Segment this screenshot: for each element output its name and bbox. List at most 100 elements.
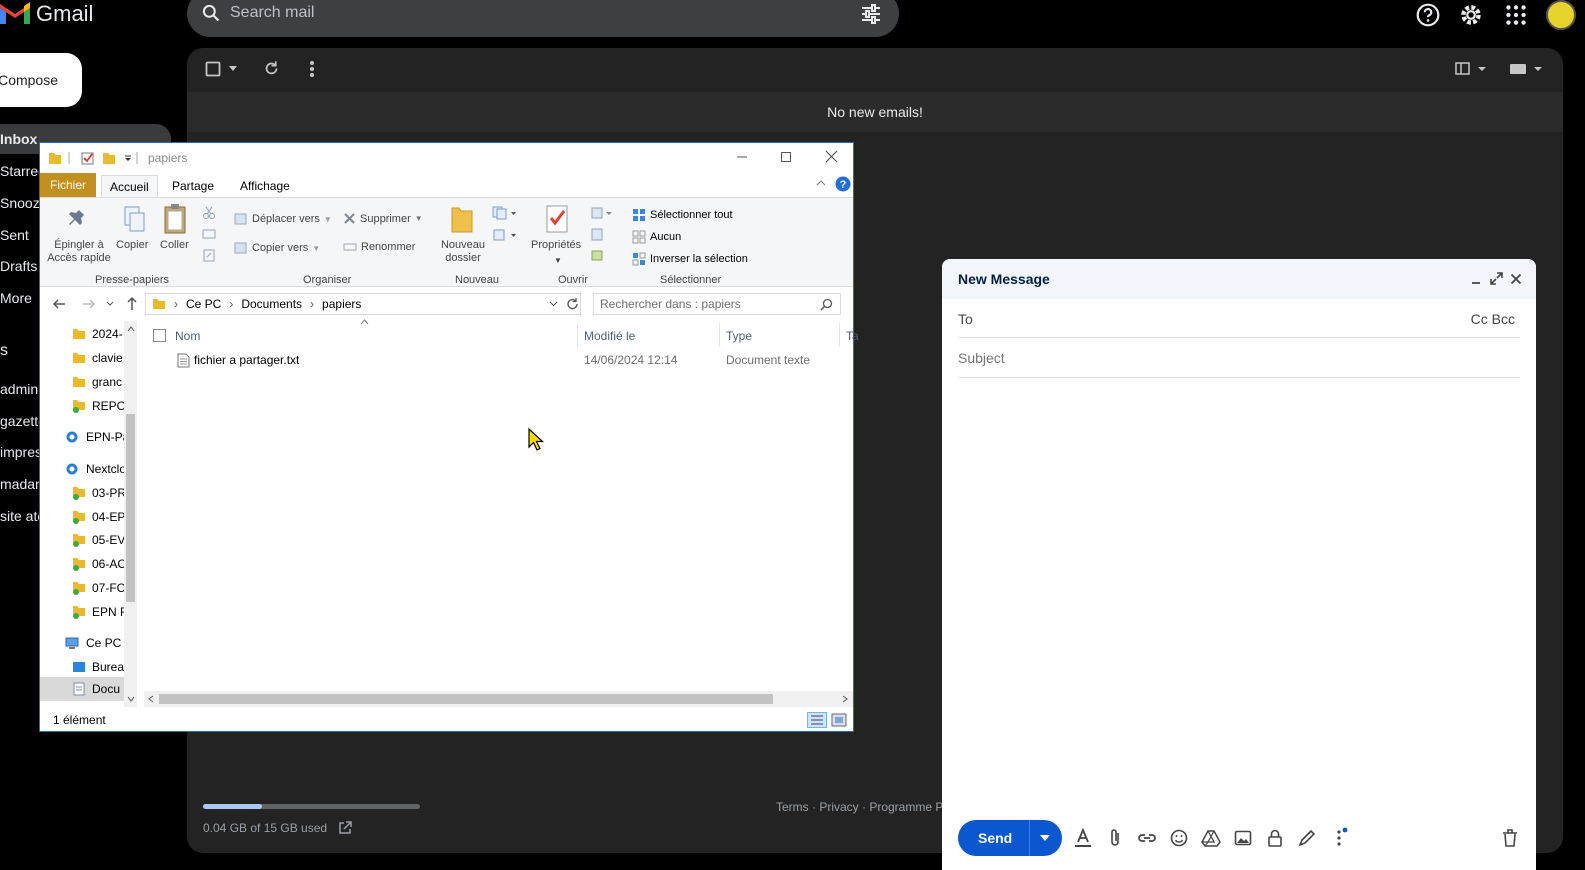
navigation-scrollbar[interactable] — [124, 321, 137, 707]
properties-dropdown-icon[interactable]: ▼ — [554, 256, 562, 265]
open-external-icon[interactable] — [338, 821, 353, 835]
more-options-icon[interactable] — [309, 60, 315, 78]
nav-item[interactable]: 05-EV — [72, 533, 125, 547]
select-all-button[interactable]: Sélectionner tout — [632, 208, 733, 222]
column-divider[interactable] — [719, 323, 720, 347]
settings-gear-icon[interactable] — [1458, 2, 1484, 28]
insert-emoji-icon[interactable] — [1168, 827, 1190, 849]
scroll-down-icon[interactable] — [127, 696, 135, 702]
attach-file-icon[interactable] — [1104, 827, 1126, 849]
compose-button[interactable]: Compose — [0, 53, 82, 107]
rename-button[interactable]: Renommer — [343, 241, 415, 253]
paste-shortcut-icon[interactable] — [202, 248, 216, 262]
apps-grid-icon[interactable] — [1503, 2, 1529, 28]
column-taille[interactable]: Ta — [846, 329, 859, 343]
scroll-left-icon[interactable] — [148, 695, 154, 703]
open-tools-icons[interactable] — [590, 206, 614, 266]
nav-item[interactable]: 04-EP — [72, 510, 125, 524]
explorer-title-bar[interactable]: papiers — [40, 143, 853, 173]
breadcrumb-documents[interactable]: Documents — [241, 297, 302, 311]
fullscreen-icon[interactable] — [1490, 272, 1503, 285]
nav-item[interactable]: EPN F — [72, 605, 127, 619]
maximize-icon[interactable] — [780, 151, 792, 163]
select-dropdown-icon[interactable] — [229, 66, 237, 72]
copy-path-icon[interactable] — [202, 228, 216, 240]
nav-item-documents[interactable]: Docu — [40, 677, 124, 701]
address-bar[interactable]: › Ce PC › Documents › papiers — [145, 293, 581, 315]
insert-signature-icon[interactable] — [1296, 827, 1318, 849]
scroll-thumb[interactable] — [159, 694, 773, 704]
back-arrow-icon[interactable] — [52, 297, 66, 311]
nav-item-ce-pc[interactable]: Ce PC — [64, 636, 121, 650]
search-bar[interactable] — [187, 0, 899, 37]
properties-icon[interactable] — [545, 204, 569, 234]
message-body[interactable] — [958, 379, 1520, 809]
google-drive-icon[interactable] — [1200, 827, 1222, 849]
split-pane-toggle-icon[interactable] — [1455, 62, 1487, 76]
large-icons-view-icon[interactable] — [831, 713, 847, 727]
cut-scissors-icon[interactable] — [202, 206, 216, 220]
forward-arrow-icon[interactable] — [82, 297, 96, 311]
nav-item[interactable]: 07-FC — [72, 581, 125, 595]
column-divider[interactable] — [839, 323, 840, 347]
column-divider[interactable] — [577, 323, 578, 347]
column-nom[interactable]: Nom — [175, 329, 200, 343]
file-explorer-window[interactable]: papiers Fichier Accueil Partage Affichag… — [39, 142, 859, 732]
nav-item[interactable]: REPO — [72, 399, 126, 413]
recipients-row[interactable]: To Cc Bcc — [958, 299, 1520, 338]
help-icon[interactable] — [1415, 2, 1441, 28]
breadcrumb-ce-pc[interactable]: Ce PC — [186, 297, 221, 311]
properties-button[interactable]: Propriétés — [531, 239, 581, 251]
pin-quick-access-button[interactable]: Épingler à Accès rapide — [44, 239, 114, 265]
column-modifie[interactable]: Modifié le — [584, 329, 635, 343]
send-button[interactable]: Send — [958, 820, 1062, 856]
delete-button[interactable]: Supprimer ▼ — [343, 212, 423, 225]
minimize-icon[interactable] — [1470, 273, 1482, 285]
schedule-send-dropdown-icon[interactable] — [1040, 835, 1050, 841]
search-icon[interactable] — [201, 3, 221, 23]
tab-accueil[interactable]: Accueil — [101, 175, 158, 197]
column-type[interactable]: Type — [726, 329, 752, 343]
copy-button[interactable]: Copier — [116, 239, 148, 251]
collapse-ribbon-icon[interactable] — [816, 179, 826, 186]
input-tools-keyboard-icon[interactable] — [1509, 62, 1543, 76]
nav-item[interactable]: clavie — [72, 351, 123, 365]
formatting-options-icon[interactable] — [1072, 827, 1094, 849]
scroll-thumb[interactable] — [126, 414, 135, 602]
pin-icon[interactable] — [68, 206, 92, 232]
up-arrow-icon[interactable] — [125, 296, 139, 311]
more-options-icon[interactable] — [1328, 827, 1350, 849]
easy-access-icon[interactable] — [492, 228, 518, 242]
nav-item[interactable]: EPN-Pa — [64, 430, 129, 444]
nav-item[interactable]: Nextclo — [64, 462, 126, 476]
details-view-icon[interactable] — [807, 712, 827, 728]
tab-affichage[interactable]: Affichage — [232, 175, 298, 197]
quick-access-toolbar[interactable] — [48, 150, 138, 166]
new-folder-icon[interactable] — [450, 204, 474, 234]
nav-item[interactable]: 06-AC — [72, 557, 126, 571]
new-item-icon[interactable] — [492, 206, 518, 220]
close-icon[interactable] — [1510, 273, 1522, 285]
compose-header[interactable]: New Message — [942, 259, 1536, 299]
file-list-horizontal-scrollbar[interactable] — [144, 691, 853, 707]
footer-links[interactable]: Terms · Privacy · Programme Po — [776, 800, 950, 814]
cc-bcc-link[interactable]: Cc Bcc — [1471, 311, 1515, 327]
scroll-right-icon[interactable] — [842, 695, 848, 703]
copy-icon[interactable] — [122, 205, 148, 235]
refresh-icon[interactable] — [263, 60, 280, 77]
help-icon[interactable]: ? — [835, 176, 851, 192]
paste-clipboard-icon[interactable] — [163, 203, 189, 235]
paste-button[interactable]: Coller — [160, 239, 189, 251]
nav-item[interactable]: 2024- — [72, 327, 123, 341]
invert-selection-button[interactable]: Inverser la sélection — [632, 252, 748, 266]
copy-to-button[interactable]: Copier vers ▼ — [234, 241, 320, 255]
account-avatar[interactable] — [1546, 0, 1576, 30]
new-folder-button[interactable]: Nouveau dossier — [436, 239, 490, 265]
tab-fichier[interactable]: Fichier — [40, 173, 97, 197]
scroll-up-icon[interactable] — [127, 326, 135, 332]
breadcrumb-papiers[interactable]: papiers — [322, 297, 361, 311]
nav-item-bureau[interactable]: Burea — [72, 660, 124, 674]
nav-item[interactable]: 03-PR — [72, 486, 126, 500]
confidential-mode-icon[interactable] — [1264, 827, 1286, 849]
insert-photo-icon[interactable] — [1232, 827, 1254, 849]
